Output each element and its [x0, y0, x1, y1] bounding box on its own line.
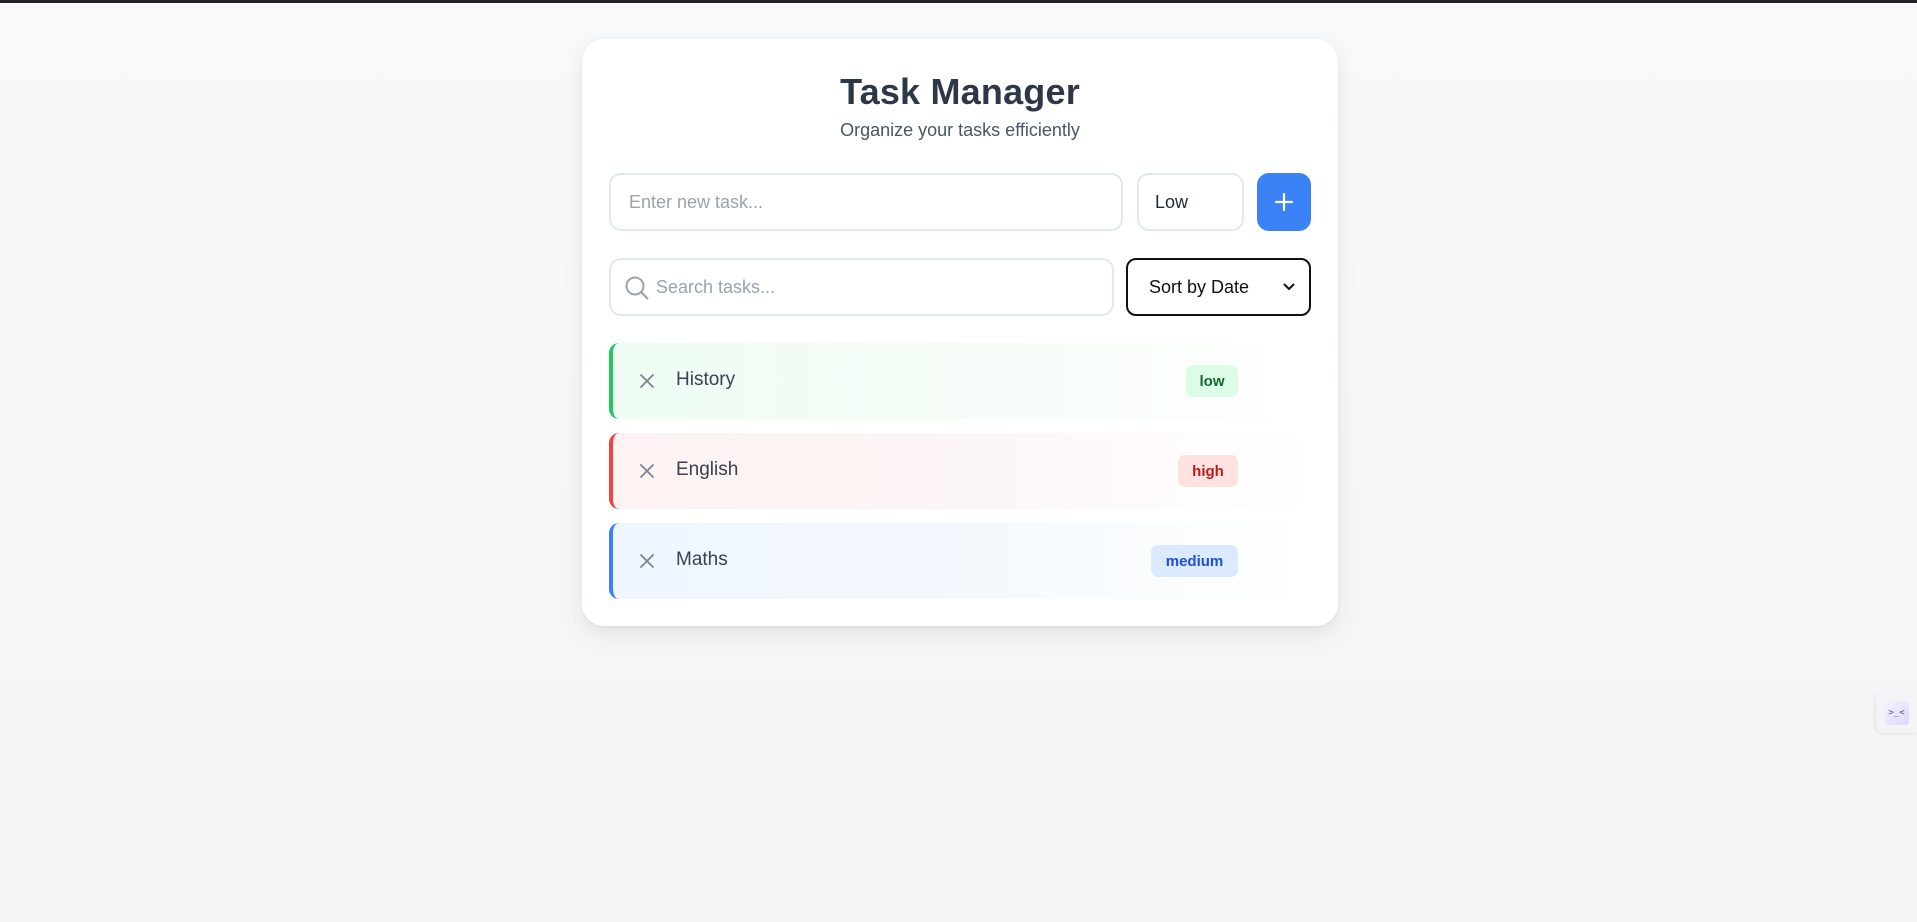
sort-select-value: Sort by Date: [1149, 276, 1250, 297]
search-box[interactable]: [609, 258, 1114, 316]
plus-icon: [1274, 192, 1294, 212]
close-icon[interactable]: [637, 551, 657, 571]
close-icon[interactable]: [637, 461, 657, 481]
search-icon: [625, 276, 649, 300]
task-name: History: [676, 369, 736, 390]
side-widget-button[interactable]: >_<: [1876, 693, 1917, 733]
task-name: English: [676, 459, 739, 480]
sort-select[interactable]: Sort by Date: [1126, 258, 1311, 316]
priority-badge: low: [1186, 365, 1238, 397]
task-item: Maths medium: [609, 523, 1311, 599]
add-task-button[interactable]: [1257, 173, 1311, 231]
search-input[interactable]: [656, 260, 1106, 314]
task-manager-card: Task Manager Organize your tasks efficie…: [582, 39, 1338, 626]
priority-badge: medium: [1151, 545, 1238, 577]
chevron-down-icon: [1283, 283, 1295, 290]
priority-select-value: Low: [1155, 191, 1189, 212]
task-item: History low: [609, 343, 1311, 419]
new-task-input[interactable]: [609, 173, 1123, 231]
page-subtitle: Organize your tasks efficiently: [840, 120, 1080, 140]
task-name: Maths: [676, 549, 728, 570]
task-item: English high: [609, 433, 1311, 509]
priority-badge: high: [1178, 455, 1238, 487]
priority-select[interactable]: Low: [1137, 173, 1244, 231]
close-icon[interactable]: [637, 371, 657, 391]
extension-icon: >_<: [1884, 701, 1909, 725]
page-title: Task Manager: [840, 71, 1080, 112]
